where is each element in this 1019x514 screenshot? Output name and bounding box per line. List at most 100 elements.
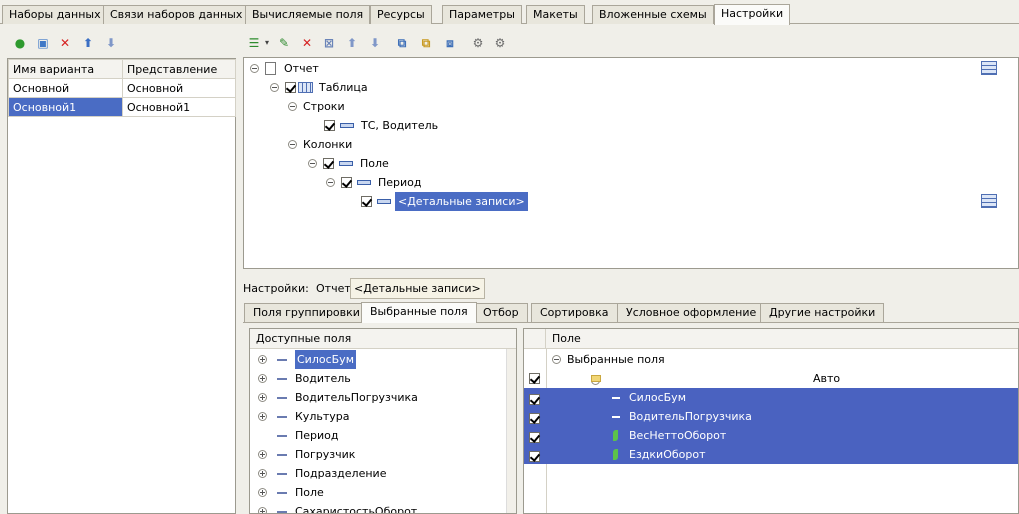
tab-parameters[interactable]: Параметры	[442, 5, 522, 24]
table-settings-icon[interactable]	[981, 61, 997, 75]
tree-node-field[interactable]: Поле	[308, 154, 389, 173]
tree-node-details[interactable]: <Детальные записи>	[361, 192, 528, 211]
list-item[interactable]: СахаристостьОборот	[258, 502, 417, 513]
tab-datasets[interactable]: Наборы данных	[2, 5, 108, 24]
table-row[interactable]: ВесНеттоОборот	[524, 426, 1018, 445]
field-icon	[277, 434, 287, 437]
tab-settings[interactable]: Настройки	[714, 4, 791, 25]
tree-node-report[interactable]: Отчет	[250, 59, 319, 78]
expand-icon[interactable]	[258, 412, 267, 421]
settings-details-button[interactable]: <Детальные записи>	[350, 278, 485, 299]
variant-repr-cell[interactable]: Основной	[122, 78, 236, 98]
tree-node-selected-root[interactable]: Выбранные поля	[552, 350, 665, 369]
group-down-icon[interactable]: ⧉	[418, 35, 434, 51]
expand-icon[interactable]	[258, 374, 267, 383]
grouping-checkbox[interactable]	[324, 120, 335, 131]
report-icon	[265, 62, 276, 75]
variants-panel: Имя варианта Представление Основной Осно…	[7, 58, 236, 514]
row-checkbox[interactable]	[529, 451, 540, 462]
tab-sorting[interactable]: Сортировка	[531, 303, 618, 322]
list-item[interactable]: Поле	[258, 483, 324, 502]
add-icon[interactable]: ●	[12, 35, 28, 51]
table-row[interactable]: Основной1 Основной1	[8, 97, 236, 117]
dropdown-arrow-icon[interactable]: ▾	[259, 35, 275, 51]
tab-other-settings[interactable]: Другие настройки	[760, 303, 885, 322]
field-label: ВодительПогрузчика	[629, 410, 752, 423]
tree-node-rows[interactable]: Строки	[288, 97, 345, 116]
group-up-icon[interactable]: ⧉	[394, 35, 410, 51]
tab-resources[interactable]: Ресурсы	[370, 5, 432, 24]
tab-nested-schemas[interactable]: Вложенные схемы	[592, 5, 714, 24]
collapse-icon[interactable]	[288, 102, 297, 111]
expand-icon[interactable]	[258, 393, 267, 402]
list-item[interactable]: ВодительПогрузчика	[258, 388, 418, 407]
list-item[interactable]: Культура	[258, 407, 349, 426]
table-row[interactable]: ЕздкиОборот	[524, 445, 1018, 464]
cut-icon[interactable]: ⊠	[321, 35, 337, 51]
row-checkbox[interactable]	[529, 432, 540, 443]
tab-filter[interactable]: Отбор	[474, 303, 528, 322]
table-row[interactable]: Основной Основной	[8, 78, 236, 98]
table-row[interactable]: СилосБум	[524, 388, 1018, 407]
scrollbar[interactable]	[506, 349, 516, 513]
row-checkbox[interactable]	[529, 373, 540, 384]
move-down-icon[interactable]: ⬇	[367, 35, 383, 51]
expand-icon[interactable]	[258, 355, 267, 364]
variant-repr-cell[interactable]: Основной1	[122, 97, 236, 117]
expand-icon[interactable]	[258, 488, 267, 497]
collapse-icon[interactable]	[250, 64, 259, 73]
tree-label: Поле	[360, 157, 389, 170]
delete-icon[interactable]: ✕	[299, 35, 315, 51]
settings-report-link[interactable]: Отчет	[316, 282, 351, 296]
expand-icon[interactable]	[258, 469, 267, 478]
table-row[interactable]: Авто	[524, 369, 1018, 388]
collapse-icon[interactable]	[288, 140, 297, 149]
expand-icon[interactable]	[258, 507, 267, 513]
collapse-icon[interactable]	[552, 355, 561, 364]
collapse-icon[interactable]	[270, 83, 279, 92]
details-checkbox[interactable]	[361, 196, 372, 207]
list-item[interactable]: Период	[273, 426, 339, 445]
row-checkbox[interactable]	[529, 413, 540, 424]
list-item[interactable]: СилосБум	[258, 350, 356, 369]
move-up-icon[interactable]: ⬆	[80, 35, 96, 51]
list-item[interactable]: Подразделение	[258, 464, 386, 483]
table-row[interactable]: ВодительПогрузчика	[524, 407, 1018, 426]
resource-icon	[613, 430, 618, 441]
table-checkbox[interactable]	[285, 82, 296, 93]
tree-label-selected: <Детальные записи>	[395, 192, 528, 211]
copy-icon[interactable]: ▣	[35, 35, 51, 51]
tree-node-columns[interactable]: Колонки	[288, 135, 352, 154]
variant-name-cell[interactable]: Основной	[8, 78, 123, 98]
variant-name-cell[interactable]: Основной1	[8, 97, 123, 117]
delete-icon[interactable]: ✕	[57, 35, 73, 51]
copy-settings-icon[interactable]: ⧈	[442, 35, 458, 51]
collapse-icon[interactable]	[326, 178, 335, 187]
field-checkbox[interactable]	[323, 158, 334, 169]
field-label: Подразделение	[295, 467, 387, 480]
tree-node-period[interactable]: Период	[326, 173, 422, 192]
move-up-icon[interactable]: ⬆	[344, 35, 360, 51]
move-down-icon[interactable]: ⬇	[103, 35, 119, 51]
tab-dataset-links[interactable]: Связи наборов данных	[103, 5, 250, 24]
tree-node-rows-grouping[interactable]: ТС, Водитель	[324, 116, 438, 135]
list-item[interactable]: Погрузчик	[258, 445, 355, 464]
settings-alt-icon[interactable]: ⚙	[492, 35, 508, 51]
field-icon	[277, 415, 287, 418]
settings-icon[interactable]: ⚙	[470, 35, 486, 51]
period-checkbox[interactable]	[341, 177, 352, 188]
field-icon	[277, 472, 287, 475]
check-column-header	[524, 329, 546, 349]
row-checkbox[interactable]	[529, 394, 540, 405]
tab-grouping-fields[interactable]: Поля группировки	[244, 303, 369, 322]
tab-calculated-fields[interactable]: Вычисляемые поля	[245, 5, 371, 24]
expand-icon[interactable]	[258, 450, 267, 459]
table-settings-icon[interactable]	[981, 194, 997, 208]
tab-layouts[interactable]: Макеты	[526, 5, 585, 24]
tree-node-table[interactable]: Таблица	[270, 78, 368, 97]
tab-conditional-format[interactable]: Условное оформление	[617, 303, 766, 322]
list-item[interactable]: Водитель	[258, 369, 351, 388]
tab-selected-fields[interactable]: Выбранные поля	[361, 302, 477, 323]
collapse-icon[interactable]	[308, 159, 317, 168]
edit-icon[interactable]: ✎	[276, 35, 292, 51]
